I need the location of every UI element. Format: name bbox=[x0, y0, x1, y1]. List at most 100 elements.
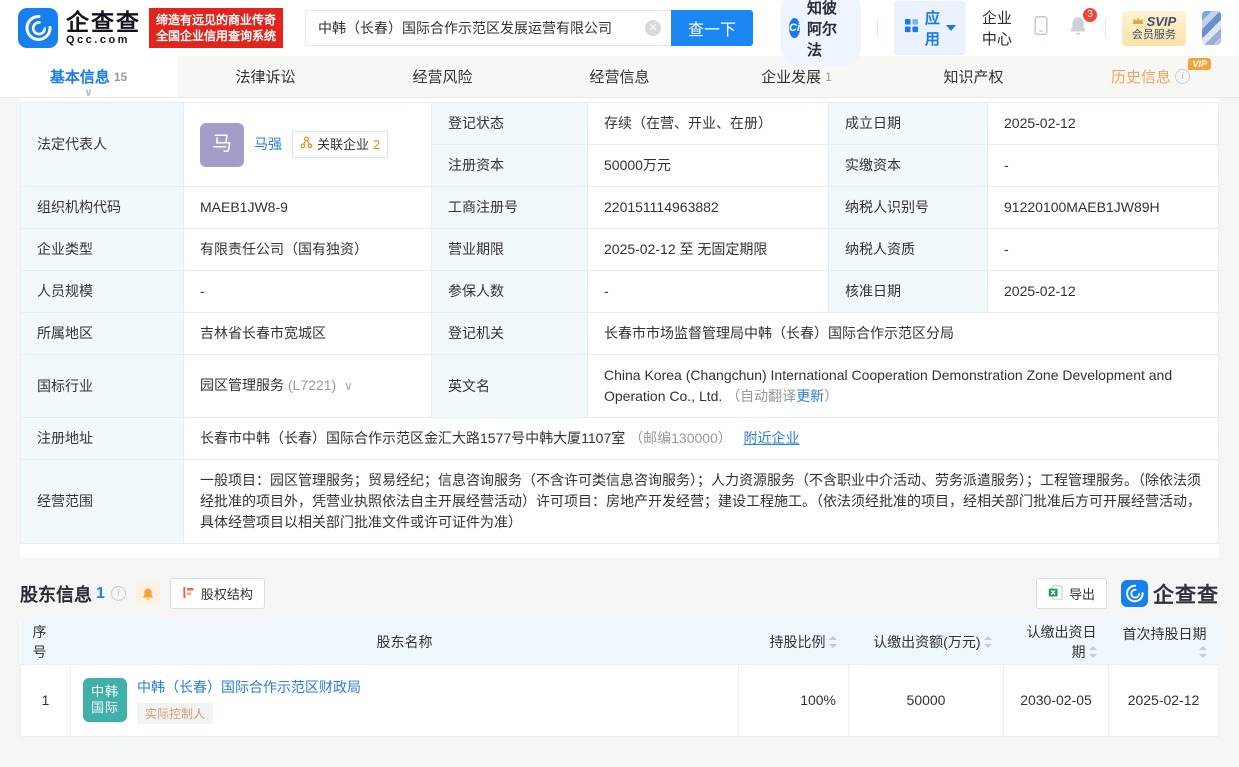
industry-cell: 园区管理服务 (L7221) ∨ bbox=[183, 354, 432, 418]
table-header-row: 序号 股东名称 持股比例 认缴出资额(万元) 认缴出资日期 首次持股日期 bbox=[20, 621, 1219, 664]
sort-icon[interactable] bbox=[1088, 646, 1097, 659]
field-value: 220151114963882 bbox=[587, 186, 829, 229]
chevron-down-icon bbox=[945, 25, 956, 31]
field-label: 核准日期 bbox=[828, 270, 988, 313]
search-input[interactable] bbox=[305, 10, 672, 46]
info-icon[interactable]: i bbox=[110, 586, 126, 601]
nearby-companies-link[interactable]: 附近企业 bbox=[744, 430, 800, 446]
col-name: 股东名称 bbox=[70, 621, 739, 664]
user-avatar[interactable] bbox=[1202, 11, 1221, 45]
field-label: 所属地区 bbox=[20, 312, 184, 355]
basic-info-card: 法定代表人 马 马强 关联企业 2 登记状态 存续（在营、开业、在册） 成立日期… bbox=[20, 98, 1219, 558]
field-value: 2025-02-12 bbox=[987, 102, 1219, 145]
tab-basic-info[interactable]: 基本信息 15 ∨ bbox=[0, 56, 177, 99]
field-label: 成立日期 bbox=[828, 102, 988, 145]
shareholder-name-link[interactable]: 中韩（长春）国际合作示范区财政局 bbox=[137, 679, 361, 695]
ratio-value: 100% bbox=[738, 663, 849, 737]
divider bbox=[1105, 19, 1106, 37]
field-label: 注册资本 bbox=[431, 144, 588, 187]
amount-value: 50000 bbox=[848, 663, 1004, 737]
org-link-icon bbox=[300, 134, 313, 155]
notifications-bell-icon[interactable]: 3 bbox=[1067, 6, 1099, 42]
sort-icon[interactable] bbox=[828, 636, 837, 649]
field-value: MAEB1JW8-9 bbox=[183, 186, 432, 229]
sort-icon[interactable] bbox=[983, 636, 992, 649]
field-value: 91220100MAEB1JW89H bbox=[987, 186, 1219, 229]
field-value: 存续（在营、开业、在册） bbox=[587, 102, 829, 145]
info-icon: i bbox=[1175, 69, 1190, 84]
brand-name: 企查查 bbox=[66, 9, 141, 35]
first-date-value: 2025-02-12 bbox=[1108, 663, 1219, 737]
field-value: - bbox=[183, 270, 432, 313]
qcc-logo[interactable]: 企查查 Qcc.com 缔造有远见的商业传奇 全国企业信用查询系统 bbox=[18, 8, 284, 48]
translate-update-link[interactable]: 更新 bbox=[796, 388, 824, 404]
field-label: 企业类型 bbox=[20, 228, 184, 271]
svip-member-button[interactable]: SVIP 会员服务 bbox=[1121, 10, 1187, 46]
field-label: 人员规模 bbox=[20, 270, 184, 313]
tab-history-info[interactable]: 历史信息 i VIP bbox=[1062, 56, 1239, 97]
export-button[interactable]: 导出 bbox=[1035, 578, 1107, 609]
qcc-logo-icon bbox=[18, 8, 58, 48]
field-label: 国标行业 bbox=[20, 354, 184, 418]
top-header: 企查查 Qcc.com 缔造有远见的商业传奇 全国企业信用查询系统 ✕ 查一下 … bbox=[0, 0, 1239, 66]
search-button[interactable]: 查一下 bbox=[671, 10, 754, 46]
field-value: 吉林省长春市宽城区 bbox=[183, 312, 432, 355]
field-value: 长春市市场监督管理局中韩（长春）国际合作示范区分局 bbox=[587, 312, 1219, 355]
legal-rep-avatar: 马 bbox=[200, 122, 244, 167]
section-tabs: 基本信息 15 ∨ 法律诉讼 经营风险 经营信息 企业发展 1 知识产权 历史信息 … bbox=[0, 56, 1239, 99]
apps-grid-icon bbox=[904, 18, 919, 38]
field-label: 登记机关 bbox=[431, 312, 588, 355]
sort-icon[interactable] bbox=[1198, 646, 1207, 659]
zhibi-alpha-icon: Ci bbox=[789, 18, 801, 38]
field-label: 纳税人识别号 bbox=[828, 186, 988, 229]
enterprise-center-link[interactable]: 企业中心 bbox=[982, 7, 1015, 49]
legal-rep-cell: 马 马强 关联企业 2 bbox=[183, 102, 432, 187]
row-no: 1 bbox=[20, 663, 71, 737]
field-label: 经营范围 bbox=[20, 459, 184, 544]
shareholders-count: 1 bbox=[96, 584, 105, 602]
field-label: 英文名 bbox=[431, 354, 588, 418]
apps-menu-button[interactable]: 应用 bbox=[893, 1, 966, 55]
english-name-cell: China Korea (Changchun) International Co… bbox=[587, 354, 1219, 418]
field-label: 法定代表人 bbox=[20, 102, 184, 187]
equity-structure-button[interactable]: 股权结构 bbox=[169, 578, 265, 609]
excel-icon bbox=[1048, 584, 1063, 603]
field-value: - bbox=[987, 144, 1219, 187]
chevron-down-icon[interactable]: ∨ bbox=[344, 379, 353, 393]
shareholder-name-cell: 中韩 国际 中韩（长春）国际合作示范区财政局 实际控制人 bbox=[70, 663, 739, 737]
field-label: 工商注册号 bbox=[431, 186, 588, 229]
tab-operating-risk[interactable]: 经营风险 bbox=[354, 56, 531, 97]
shareholder-logo: 中韩 国际 bbox=[83, 678, 127, 722]
equity-chart-icon bbox=[182, 586, 195, 602]
brand-domain: Qcc.com bbox=[66, 34, 130, 46]
tab-operating-info[interactable]: 经营信息 bbox=[531, 56, 708, 97]
basic-info-table: 法定代表人 马 马强 关联企业 2 登记状态 存续（在营、开业、在册） 成立日期… bbox=[20, 102, 1219, 544]
crown-icon bbox=[1132, 15, 1144, 28]
field-label: 参保人数 bbox=[431, 270, 588, 313]
field-label: 登记状态 bbox=[431, 102, 588, 145]
tab-intellectual-property[interactable]: 知识产权 bbox=[885, 56, 1062, 97]
tab-legal[interactable]: 法律诉讼 bbox=[177, 56, 354, 97]
field-value: - bbox=[987, 228, 1219, 271]
related-companies-badge[interactable]: 关联企业 2 bbox=[292, 131, 389, 158]
shareholders-header: 股东信息 1 i 股权结构 导出 企查查 bbox=[20, 578, 1219, 609]
field-label: 营业期限 bbox=[431, 228, 588, 271]
field-value: 2025-02-12 至 无固定期限 bbox=[587, 228, 829, 271]
shareholders-table: 序号 股东名称 持股比例 认缴出资额(万元) 认缴出资日期 首次持股日期 1 中… bbox=[20, 621, 1219, 737]
notification-count-badge: 3 bbox=[1082, 6, 1099, 23]
col-ratio: 持股比例 bbox=[738, 621, 849, 664]
field-value: 50000万元 bbox=[587, 144, 829, 187]
tab-development[interactable]: 企业发展 1 bbox=[708, 56, 885, 97]
col-no: 序号 bbox=[20, 621, 71, 664]
field-label: 纳税人资质 bbox=[828, 228, 988, 271]
chevron-down-icon: ∨ bbox=[84, 87, 93, 99]
field-value: 有限责任公司（国有独资） bbox=[183, 228, 432, 271]
clear-search-icon[interactable]: ✕ bbox=[645, 20, 662, 36]
mobile-app-icon[interactable] bbox=[1031, 14, 1051, 43]
actual-controller-badge: 实际控制人 bbox=[137, 702, 214, 724]
legal-rep-link[interactable]: 马强 bbox=[254, 134, 282, 155]
col-amount: 认缴出资额(万元) bbox=[848, 621, 1004, 664]
field-label: 实缴资本 bbox=[828, 144, 988, 187]
col-sub-date: 认缴出资日期 bbox=[1003, 621, 1109, 664]
monitor-bell-icon[interactable] bbox=[135, 581, 160, 606]
